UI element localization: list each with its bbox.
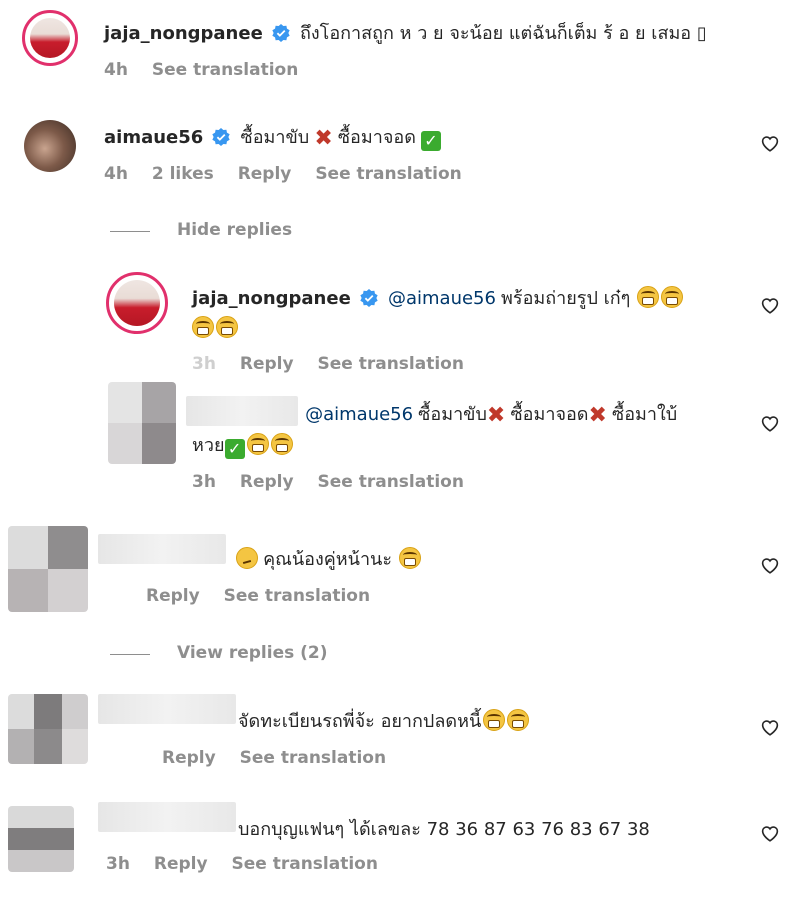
comment-5-meta: 3h Reply See translation <box>106 854 396 874</box>
grinning-sweat-emoji <box>216 316 238 338</box>
thinking-emoji <box>236 547 258 569</box>
reply-button[interactable]: Reply <box>240 472 294 492</box>
username-redacted <box>98 802 236 832</box>
mention-link[interactable]: @aimaue56 <box>305 404 413 425</box>
comment-3-body: คุณน้องคู่หน้านะ <box>236 544 422 573</box>
username-redacted <box>98 694 236 724</box>
comment-text: พร้อมถ่ายรูป เก๋ๆ <box>501 288 631 309</box>
avatar-jaja[interactable] <box>106 272 168 334</box>
reply-button[interactable]: Reply <box>238 164 292 184</box>
comment-username[interactable]: jaja_nongpanee <box>104 23 263 44</box>
comment-time: 3h <box>192 472 216 492</box>
view-replies-button[interactable]: View replies (2) <box>177 643 328 663</box>
comment-1-meta: 4h See translation <box>104 60 316 80</box>
verified-badge-icon <box>360 289 378 307</box>
see-translation-link[interactable]: See translation <box>240 748 386 768</box>
comment-1-body: jaja_nongpanee ถึงโอกาสถูก ห ว ย จะน้อย … <box>104 18 764 47</box>
comment-text: บอกบุญแฟนๆ ได้เลขละ 78 36 87 63 76 83 67… <box>238 819 650 840</box>
avatar-pixelated[interactable] <box>8 526 88 612</box>
verified-badge-icon <box>272 24 290 42</box>
heart-icon[interactable] <box>760 296 780 314</box>
cross-mark-emoji: ✖ <box>486 403 506 428</box>
comment-2-body: aimaue56 ซื้อมาขับ ✖ ซื้อมาจอด ✓ <box>104 122 441 151</box>
heart-icon[interactable] <box>760 414 780 432</box>
cross-mark-emoji: ✖ <box>314 126 333 151</box>
comment-text-part: ซื้อมาจอด <box>337 127 416 148</box>
reply-1-body: jaja_nongpanee @aimaue56 พร้อมถ่ายรูป เก… <box>192 284 732 344</box>
avatar-pixelated[interactable] <box>8 694 88 764</box>
avatar-photo <box>114 280 160 326</box>
cross-mark-emoji: ✖ <box>588 403 607 428</box>
hide-replies-button[interactable]: Hide replies <box>177 220 292 240</box>
comment-text: จัดทะเบียนรถพี่จ้ะ อยากปลดหนี้ <box>238 711 482 732</box>
avatar-photo <box>30 18 70 58</box>
replies-divider <box>110 654 150 655</box>
comment-3-meta: Reply See translation <box>146 586 388 606</box>
grinning-sweat-emoji <box>246 433 269 455</box>
reply-button[interactable]: Reply <box>146 586 200 606</box>
see-translation-link[interactable]: See translation <box>317 472 463 492</box>
comment-text-part: ซื้อมาใบ้ <box>612 404 678 425</box>
reply-button[interactable]: Reply <box>240 354 294 374</box>
comment-4-body: จัดทะเบียนรถพี่จ้ะ อยากปลดหนี้ <box>238 706 530 735</box>
see-translation-link[interactable]: See translation <box>224 586 370 606</box>
replies-divider <box>110 231 150 232</box>
see-translation-link[interactable]: See translation <box>317 354 463 374</box>
comment-time: 4h <box>104 60 128 80</box>
avatar-jaja[interactable] <box>22 10 78 66</box>
comment-time: 3h <box>192 354 216 374</box>
see-translation-link[interactable]: See translation <box>231 854 377 874</box>
comment-time: 3h <box>106 854 130 874</box>
see-translation-link[interactable]: See translation <box>315 164 461 184</box>
avatar-aimaue56[interactable] <box>24 120 76 172</box>
comment-text-part: ซื้อมาขับ <box>240 127 310 148</box>
heart-icon[interactable] <box>760 824 780 842</box>
comment-text: ถึงโอกาสถูก ห ว ย จะน้อย แต่ฉันก็เต็ม ร้… <box>299 23 707 44</box>
comment-time: 4h <box>104 164 128 184</box>
comment-text-part: หวย <box>192 435 225 456</box>
reply-button[interactable]: Reply <box>154 854 208 874</box>
verified-badge-icon <box>212 128 231 146</box>
grinning-sweat-emoji <box>637 286 660 308</box>
grinning-sweat-emoji <box>507 709 530 731</box>
username-redacted <box>98 534 226 564</box>
check-mark-emoji: ✓ <box>224 439 245 459</box>
comment-2-meta: 4h 2 likes Reply See translation <box>104 164 480 184</box>
grinning-sweat-emoji <box>192 316 214 338</box>
comment-text-part: ซื้อมาจอด <box>510 404 589 425</box>
grinning-sweat-emoji <box>661 286 684 308</box>
comment-text-part: ซื้อมาขับ <box>418 404 487 425</box>
grinning-sweat-emoji <box>270 433 293 455</box>
likes-count[interactable]: 2 likes <box>152 164 214 184</box>
comment-username[interactable]: jaja_nongpanee <box>192 288 351 309</box>
avatar-pixelated[interactable] <box>8 806 74 872</box>
heart-icon[interactable] <box>760 718 780 736</box>
heart-icon[interactable] <box>760 556 780 574</box>
reply-1-meta: 3h Reply See translation <box>192 354 482 374</box>
see-translation-link[interactable]: See translation <box>152 60 298 80</box>
grinning-sweat-emoji <box>483 709 506 731</box>
comment-username[interactable]: aimaue56 <box>104 127 203 148</box>
avatar-pixelated[interactable] <box>108 382 176 464</box>
check-mark-emoji: ✓ <box>420 131 441 151</box>
reply-2-meta: 3h Reply See translation <box>192 472 482 492</box>
comment-4-meta: Reply See translation <box>162 748 404 768</box>
comment-text: คุณน้องคู่หน้านะ <box>263 549 393 570</box>
grimacing-emoji <box>399 547 422 569</box>
mention-link[interactable]: @aimaue56 <box>388 288 496 309</box>
reply-2-body: @aimaue56 ซื้อมาขับ✖ ซื้อมาจอด✖ ซื้อมาใบ… <box>192 400 752 461</box>
comment-5-body: บอกบุญแฟนๆ ได้เลขละ 78 36 87 63 76 83 67… <box>238 814 650 843</box>
heart-icon[interactable] <box>760 134 780 152</box>
reply-button[interactable]: Reply <box>162 748 216 768</box>
